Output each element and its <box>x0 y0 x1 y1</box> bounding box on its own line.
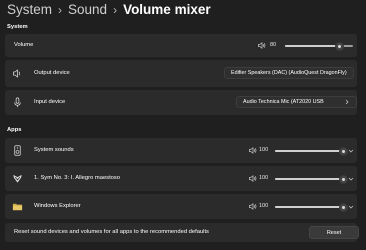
app-volume-slider-thumb[interactable] <box>339 203 347 211</box>
output-device-card: Output device Edifier Speakers (DAC) (Au… <box>5 60 357 87</box>
speaker-device-icon <box>11 144 23 156</box>
reset-button-label: Reset <box>326 229 342 236</box>
output-device-value: Edifier Speakers (DAC) (AudioQuest Drago… <box>231 70 347 76</box>
input-device-card: Input device Audio Technica Mic (AT2020 … <box>5 90 357 115</box>
section-header-system: System <box>7 24 28 30</box>
speaker-volume-icon[interactable] <box>258 42 266 49</box>
output-device-dropdown[interactable]: Edifier Speakers (DAC) (AudioQuest Drago… <box>224 67 354 79</box>
volume-value: 80 <box>270 42 277 48</box>
breadcrumb-separator: › <box>113 3 118 17</box>
app-row-media-player[interactable]: 1. Sym No. 3: I. Allegro maestoso 100 <box>5 166 357 191</box>
volume-slider[interactable] <box>285 42 353 50</box>
app-volume-slider-fill <box>275 178 343 180</box>
app-name: 1. Sym No. 3: I. Allegro maestoso <box>34 175 121 181</box>
chevron-right-icon <box>345 99 349 105</box>
app-row-system-sounds[interactable]: System sounds 100 <box>5 138 357 163</box>
app-volume-slider[interactable] <box>275 203 347 211</box>
app-row-windows-explorer[interactable]: Windows Explorer 100 <box>5 194 357 219</box>
chevron-down-icon[interactable] <box>348 149 354 153</box>
app-volume-value: 100 <box>259 147 269 153</box>
speaker-icon <box>11 67 23 79</box>
volume-label: Volume <box>14 42 34 48</box>
app-volume-slider-thumb[interactable] <box>339 147 347 155</box>
app-volume-value: 100 <box>259 203 269 209</box>
input-device-dropdown[interactable]: Audio Technica Mic (AT2020 USB <box>236 96 357 108</box>
breadcrumb-separator: › <box>58 3 63 17</box>
volume-slider-fill <box>285 45 340 47</box>
master-volume-card: Volume 80 <box>5 34 357 57</box>
section-header-apps: Apps <box>7 127 22 133</box>
app-volume-slider-fill <box>275 150 343 152</box>
breadcrumb: System › Sound › Volume mixer <box>7 2 211 18</box>
input-device-label: Input device <box>34 99 66 105</box>
speaker-volume-icon[interactable] <box>249 147 257 154</box>
output-device-label: Output device <box>34 70 70 76</box>
chevron-down-icon[interactable] <box>348 177 354 181</box>
app-volume-slider-fill <box>275 206 343 208</box>
folder-icon <box>11 200 23 212</box>
reset-button[interactable]: Reset <box>309 226 359 239</box>
input-device-value: Audio Technica Mic (AT2020 USB <box>243 99 324 105</box>
speaker-volume-icon[interactable] <box>249 203 257 210</box>
volume-slider-thumb[interactable] <box>335 42 343 50</box>
app-volume-slider-thumb[interactable] <box>339 175 347 183</box>
reset-description: Reset sound devices and volumes for all … <box>14 229 209 235</box>
microphone-icon <box>11 96 23 108</box>
breadcrumb-sound[interactable]: Sound <box>68 2 107 18</box>
volume-mixer-page: System › Sound › Volume mixer System Vol… <box>0 0 366 250</box>
app-volume-slider[interactable] <box>275 147 347 155</box>
app-name: System sounds <box>34 147 74 153</box>
chevron-down-icon[interactable] <box>348 205 354 209</box>
reset-card: Reset sound devices and volumes for all … <box>5 223 359 242</box>
breadcrumb-system[interactable]: System <box>7 2 52 18</box>
page-title: Volume mixer <box>123 2 211 17</box>
media-player-icon <box>11 172 23 184</box>
speaker-volume-icon[interactable] <box>249 175 257 182</box>
app-name: Windows Explorer <box>34 203 81 209</box>
app-volume-slider[interactable] <box>275 175 347 183</box>
app-volume-value: 100 <box>259 175 269 181</box>
